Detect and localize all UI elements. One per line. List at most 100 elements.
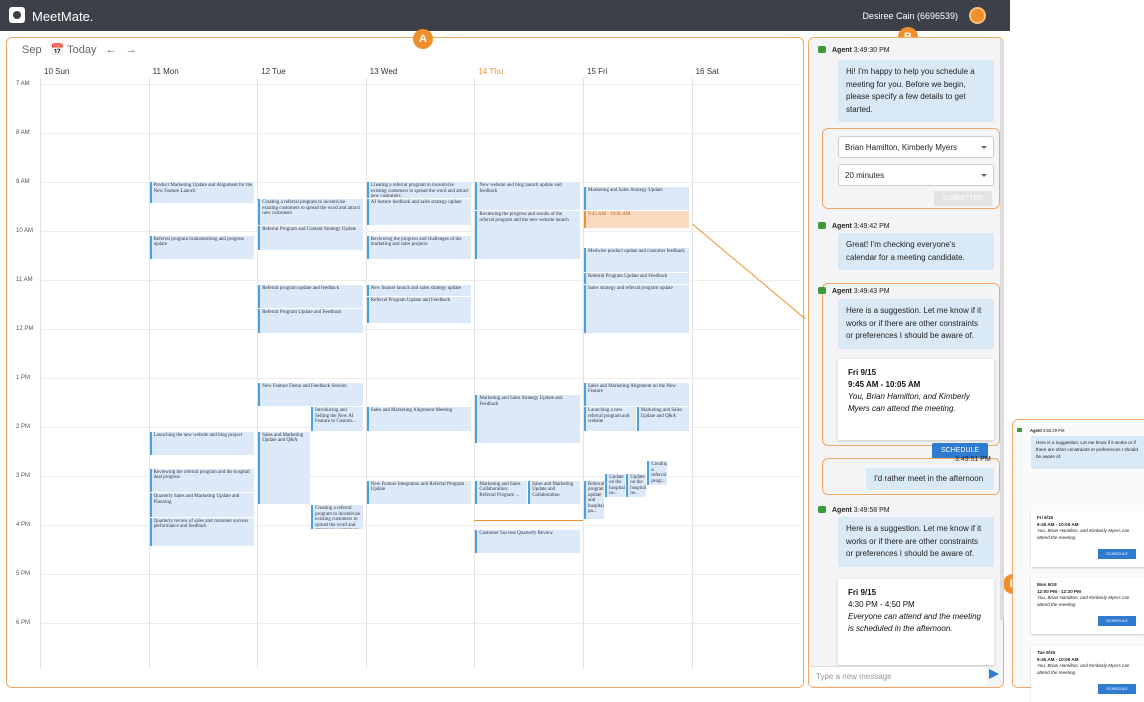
day-header-4: 14 Thu [478, 67, 504, 76]
side-card-time: 9:45 AM - 10:05 AM [1037, 521, 1079, 527]
side-schedule-button[interactable]: SCHEDULE [1098, 616, 1136, 626]
calendar-event[interactable]: Sales and Marketing Update and Collabora… [528, 480, 580, 505]
today-button[interactable]: 📅 Today [51, 43, 97, 56]
user-message-time: 3:49:51 PM [955, 456, 991, 463]
calendar-event[interactable]: Creating a referral program to incentivi… [366, 182, 472, 199]
day-header-5: 15 Fri [587, 67, 608, 76]
calendar-event[interactable]: Quarterly review of sales and customer s… [149, 517, 255, 547]
attendees-value: Brian Hamilton, Kimberly Myers [845, 143, 958, 152]
next-arrow-icon[interactable]: → [126, 44, 137, 56]
calendar-event[interactable]: Update on the hospital ne... [605, 473, 626, 498]
robot-icon [818, 287, 826, 294]
hour-gridline [40, 378, 800, 379]
calendar-event[interactable]: Creating a referral progr... [647, 461, 668, 485]
side-agent-message: Here is a suggestion. Let me know if it … [1031, 436, 1144, 469]
calendar-event[interactable]: Update on the hospital ne... [626, 473, 647, 498]
today-label: Today [67, 44, 97, 56]
user-name[interactable]: Desiree Cain (6696539) [862, 11, 958, 21]
send-icon[interactable] [989, 669, 999, 679]
side-card-note: You, Brian Hamilton, and Kimberly Myers … [1037, 595, 1130, 607]
duration-select[interactable]: 20 minutes [838, 164, 994, 186]
calendar-event[interactable]: Customer Success Quarterly Review [475, 529, 580, 554]
calendar-event[interactable]: Creating a referral program to incentivi… [258, 199, 363, 226]
calendar-event[interactable]: Reviewing the referral program and the h… [149, 468, 255, 493]
hour-label: 2 PM [16, 424, 31, 430]
hour-label: 3 PM [16, 473, 31, 479]
robot-icon [818, 506, 826, 513]
calendar-event[interactable]: Sales and Marketing Alignment on the New… [584, 382, 689, 407]
calendar-event[interactable]: Product Marketing Update and Alignment f… [149, 182, 255, 204]
side-schedule-button[interactable]: SCHEDULE [1098, 549, 1136, 559]
calendar-event[interactable]: Referral Program Update and Feedback [584, 272, 689, 284]
calendar-event[interactable]: Introducing and Selling the New AI Featu… [311, 407, 363, 431]
calendar-event[interactable]: Reviewing the progress and challenges of… [366, 235, 472, 260]
month-label: Sep [22, 43, 42, 56]
message-input[interactable]: Type a new message [810, 666, 986, 686]
hour-gridline [40, 133, 800, 134]
calendar-event[interactable]: Marketing and Sales Collaboration: Refer… [475, 480, 528, 505]
previous-arrow-icon[interactable]: ← [106, 44, 117, 56]
calendar-event[interactable]: Referral Program Update and Feedback [258, 309, 363, 333]
suggested-slot[interactable]: 9:45 AM - 10:05 AM [584, 211, 689, 228]
day-column-divider [148, 78, 150, 668]
chevron-down-icon [981, 174, 987, 177]
calendar-event[interactable]: Marketing and Sales Update and Q&A [636, 407, 689, 431]
suggestion-day: Fri 9/15 [848, 368, 877, 377]
calendar-header: Sep 📅 Today ← → [22, 43, 137, 57]
sender-name: Agent [832, 47, 852, 54]
side-message-time: 3:56:29 PM [1043, 428, 1065, 433]
agent-message-header-1: Agent 3:49:30 PM [818, 46, 890, 54]
side-card-day: Mon 9/18 [1037, 582, 1057, 587]
calendar-event[interactable]: Medwise product update and customer feed… [584, 248, 689, 272]
day-header-1: 11 Mon [152, 67, 179, 76]
side-card-day: Tue 9/19 [1037, 650, 1056, 655]
calendar-event[interactable]: Sales and Marketing Alignment Meeting [366, 407, 472, 431]
calendar-event[interactable]: New Feature Demo and Feedback Session [258, 382, 363, 407]
calendar-event[interactable]: AI feature feedback and sales strategy u… [366, 199, 472, 226]
agent-message-header-3: Agent 3:49:43 PM [818, 287, 890, 295]
hour-label: 10 AM [16, 228, 34, 234]
hour-label: 5 PM [16, 571, 31, 577]
avatar[interactable] [969, 7, 986, 24]
suggestion-time: 9:45 AM - 10:05 AM [848, 380, 921, 389]
chevron-down-icon [981, 146, 987, 149]
calendar-event[interactable]: Reviewing the progress and results of th… [475, 211, 580, 260]
sender-name: Agent [832, 223, 852, 230]
agent-message-4: Here is a suggestion. Let me know if it … [838, 517, 994, 567]
calendar-event[interactable]: Referral Program Update and Feedback [366, 297, 472, 324]
suggestion-note: You, Brian Hamilton, and Kimberly Myers … [848, 392, 970, 413]
day-header-3: 13 Wed [369, 67, 398, 76]
agent-message-1: Hi! I'm happy to help you schedule a mee… [838, 60, 994, 122]
calendar-event[interactable]: Launching the new website and blog proje… [149, 431, 255, 456]
suggestion-card-1: Fri 9/15 9:45 AM - 10:05 AM You, Brian H… [838, 359, 994, 440]
calendar-event[interactable]: New feature launch and sales strategy up… [366, 284, 472, 297]
app-name: MeetMate. [32, 9, 94, 24]
calendar-event[interactable]: Creating a referral program to incentivi… [311, 505, 363, 529]
chat-scrollbar[interactable] [1000, 40, 1004, 620]
day-column-divider [474, 78, 476, 668]
calendar-event[interactable]: Referral program update and feedback [258, 284, 363, 309]
calendar-event[interactable]: New Feature Integration and Referral Pro… [366, 480, 472, 505]
submitted-button[interactable]: SUBMITTED [934, 191, 992, 206]
side-schedule-button[interactable]: SCHEDULE [1098, 684, 1136, 694]
calendar-event[interactable]: New website and blog launch update and f… [475, 182, 580, 211]
calendar-event[interactable]: Marketing and Sales Strategy Update and … [475, 395, 580, 444]
attendees-select[interactable]: Brian Hamilton, Kimberly Myers [838, 136, 994, 158]
hour-label: 9 AM [16, 179, 30, 185]
side-agent-header: Agent 3:56:29 PM [1017, 428, 1064, 433]
duration-value: 20 minutes [845, 171, 885, 180]
calendar-event[interactable]: Quarterly Sales and Marketing Update and… [149, 493, 255, 517]
day-header-2: 12 Tue [261, 67, 286, 76]
calendar-event[interactable]: Sales strategy and referral program upda… [584, 284, 689, 333]
hour-label: 4 PM [16, 522, 31, 528]
calendar-event[interactable]: Referral program update and hospital pa.… [584, 480, 605, 520]
calendar-event[interactable]: Referral Program and Content Strategy Up… [258, 226, 363, 250]
calendar-event[interactable]: Launching a new referral program and web… [584, 407, 636, 431]
calendar-event[interactable]: Sales and Marketing Update and Q&A [258, 431, 310, 505]
meetmate-logo-icon [9, 7, 25, 23]
side-card-time: 12:00 PM - 12:20 PM [1037, 588, 1081, 594]
robot-icon [1017, 428, 1022, 432]
sender-name: Agent [832, 507, 852, 514]
calendar-event[interactable]: Marketing and Sales Strategy Update [584, 186, 689, 211]
calendar-event[interactable]: Referral program brainstorming and progr… [149, 235, 255, 260]
